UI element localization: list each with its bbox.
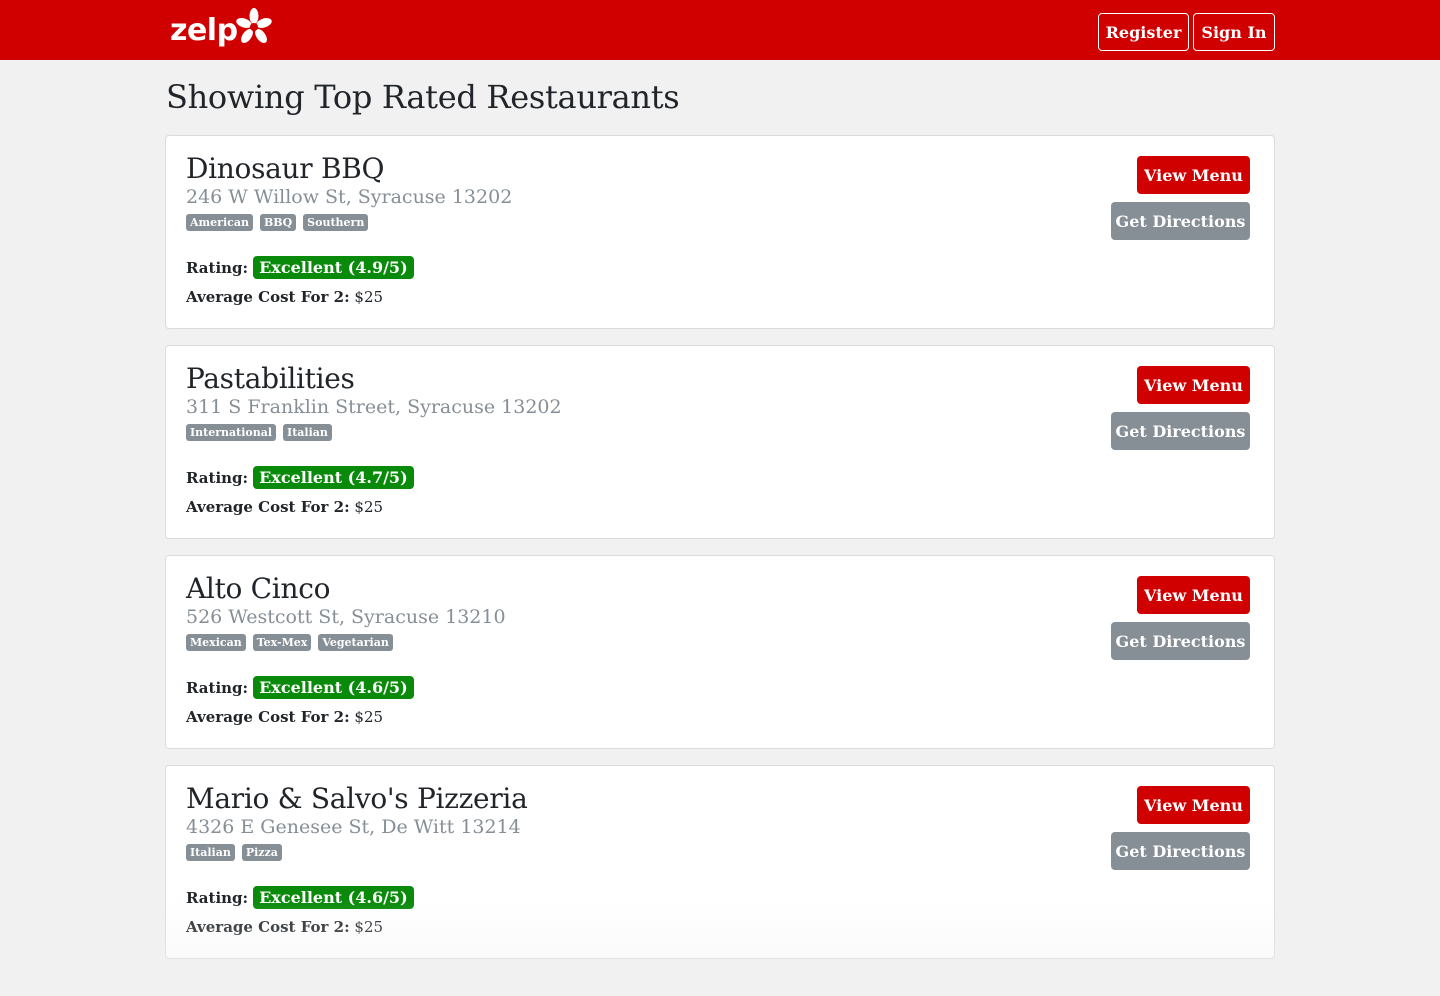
average-cost-value: $25 xyxy=(354,918,384,936)
cuisine-tag: International xyxy=(186,424,277,441)
average-cost-label: Average Cost For 2: xyxy=(186,288,350,306)
restaurant-address: 311 S Franklin Street, Syracuse 13202 xyxy=(186,396,562,418)
average-cost-row: Average Cost For 2: $25 xyxy=(186,288,383,306)
average-cost-row: Average Cost For 2: $25 xyxy=(186,918,383,936)
average-cost-label: Average Cost For 2: xyxy=(186,498,350,516)
get-directions-button[interactable]: Get Directions xyxy=(1111,202,1250,240)
rating-row: Rating: Excellent (4.6/5) xyxy=(186,886,414,909)
page-title: Showing Top Rated Restaurants xyxy=(166,78,680,116)
restaurant-card: Dinosaur BBQ 246 W Willow St, Syracuse 1… xyxy=(165,135,1275,329)
average-cost-row: Average Cost For 2: $25 xyxy=(186,708,383,726)
restaurant-address: 526 Westcott St, Syracuse 13210 xyxy=(186,606,506,628)
restaurant-card: Pastabilities 311 S Franklin Street, Syr… xyxy=(165,345,1275,539)
rating-label: Rating: xyxy=(186,468,249,487)
restaurant-name: Pastabilities xyxy=(186,362,355,395)
rating-badge: Excellent (4.6/5) xyxy=(253,886,414,909)
rating-row: Rating: Excellent (4.9/5) xyxy=(186,256,414,279)
cuisine-tag: Mexican xyxy=(186,634,246,651)
zelp-logo[interactable]: zelp xyxy=(170,7,272,53)
average-cost-value: $25 xyxy=(354,498,384,516)
view-menu-button[interactable]: View Menu xyxy=(1137,156,1250,194)
sign-in-button[interactable]: Sign In xyxy=(1193,13,1275,51)
rating-row: Rating: Excellent (4.7/5) xyxy=(186,466,414,489)
cuisine-tag: Pizza xyxy=(241,844,282,861)
view-menu-button[interactable]: View Menu xyxy=(1137,786,1250,824)
average-cost-label: Average Cost For 2: xyxy=(186,708,350,726)
average-cost-row: Average Cost For 2: $25 xyxy=(186,498,383,516)
rating-label: Rating: xyxy=(186,678,249,697)
cuisine-tag: Southern xyxy=(303,214,369,231)
cuisine-tags: Mexican Tex-Mex Vegetarian xyxy=(186,634,393,651)
rating-badge: Excellent (4.6/5) xyxy=(253,676,414,699)
get-directions-button[interactable]: Get Directions xyxy=(1111,412,1250,450)
logo-text: zelp xyxy=(170,12,238,48)
average-cost-value: $25 xyxy=(354,708,384,726)
cuisine-tags: American BBQ Southern xyxy=(186,214,369,231)
top-navbar: zelp Register Sign In xyxy=(0,0,1440,60)
rating-label: Rating: xyxy=(186,888,249,907)
restaurant-name: Mario & Salvo's Pizzeria xyxy=(186,782,528,815)
restaurant-address: 246 W Willow St, Syracuse 13202 xyxy=(186,186,513,208)
cuisine-tag: Vegetarian xyxy=(318,634,393,651)
rating-badge: Excellent (4.7/5) xyxy=(253,466,414,489)
average-cost-label: Average Cost For 2: xyxy=(186,918,350,936)
average-cost-value: $25 xyxy=(354,288,384,306)
restaurant-name: Alto Cinco xyxy=(186,572,331,605)
burst-icon xyxy=(235,8,272,43)
rating-label: Rating: xyxy=(186,258,249,277)
cuisine-tag: American xyxy=(186,214,253,231)
register-button[interactable]: Register xyxy=(1098,13,1189,51)
restaurant-card: Alto Cinco 526 Westcott St, Syracuse 132… xyxy=(165,555,1275,749)
cuisine-tag: BBQ xyxy=(259,214,297,231)
cuisine-tag: Tex-Mex xyxy=(252,634,312,651)
cuisine-tag: Italian xyxy=(283,424,332,441)
cuisine-tags: Italian Pizza xyxy=(186,844,282,861)
restaurant-name: Dinosaur BBQ xyxy=(186,152,385,185)
view-menu-button[interactable]: View Menu xyxy=(1137,576,1250,614)
get-directions-button[interactable]: Get Directions xyxy=(1111,622,1250,660)
restaurant-address: 4326 E Genesee St, De Witt 13214 xyxy=(186,816,521,838)
restaurant-card: Mario & Salvo's Pizzeria 4326 E Genesee … xyxy=(165,765,1275,959)
cuisine-tag: Italian xyxy=(186,844,235,861)
rating-row: Rating: Excellent (4.6/5) xyxy=(186,676,414,699)
cuisine-tags: International Italian xyxy=(186,424,332,441)
rating-badge: Excellent (4.9/5) xyxy=(253,256,414,279)
get-directions-button[interactable]: Get Directions xyxy=(1111,832,1250,870)
view-menu-button[interactable]: View Menu xyxy=(1137,366,1250,404)
